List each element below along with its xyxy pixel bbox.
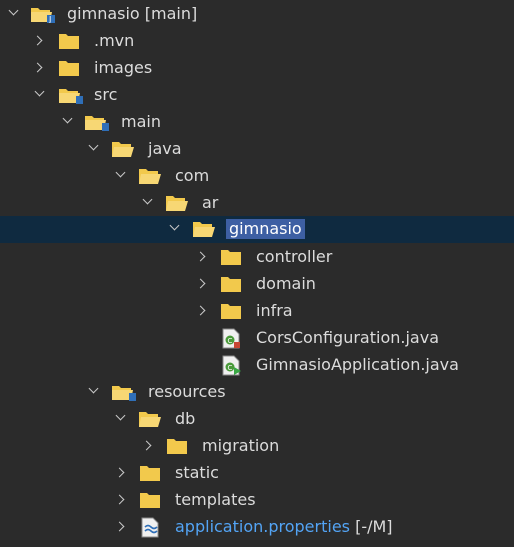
svg-text:J: J <box>48 15 51 23</box>
tree-row-resources[interactable]: resources <box>0 379 514 406</box>
chevron-down-icon[interactable] <box>34 86 45 97</box>
tree-row-label: domain <box>256 274 316 293</box>
tree-row-label: CorsConfiguration.java <box>256 328 439 347</box>
chevron-right-icon[interactable] <box>114 521 125 532</box>
tree-row-images[interactable]: images <box>0 55 514 82</box>
tree-row-label: images <box>94 58 153 77</box>
chevron-down-icon[interactable] <box>115 410 126 421</box>
folder-icon <box>58 32 80 50</box>
chevron-down-icon[interactable] <box>142 194 153 205</box>
project-explorer-tree: J gimnasio [main] .mvn images src main j… <box>0 0 514 547</box>
java-main-class-icon: C <box>221 355 241 376</box>
tree-row-domain[interactable]: domain <box>0 271 514 298</box>
tree-row-label: .mvn <box>94 31 135 50</box>
folder-open-icon <box>111 140 134 158</box>
tree-row-static[interactable]: static <box>0 460 514 487</box>
tree-row-partial <box>0 541 514 547</box>
tree-row-label: gimnasio <box>226 219 305 239</box>
tree-row-ar[interactable]: ar <box>0 190 514 217</box>
tree-row-label: GimnasioApplication.java <box>256 355 459 374</box>
tree-row-label: com <box>175 166 210 185</box>
folder-open-icon <box>165 194 188 212</box>
tree-row-infra[interactable]: infra <box>0 298 514 325</box>
tree-row-controller[interactable]: controller <box>0 244 514 271</box>
tree-row-label: ar <box>202 193 219 212</box>
svg-text:C: C <box>228 364 233 372</box>
source-folder-icon <box>84 113 109 131</box>
tree-row-src[interactable]: src <box>0 82 514 109</box>
tree-row-label: resources <box>148 382 226 401</box>
folder-icon <box>139 491 161 509</box>
svg-text:C: C <box>228 337 233 345</box>
chevron-right-icon[interactable] <box>114 467 125 478</box>
tree-row-label: migration <box>202 436 280 455</box>
tree-row-label: infra <box>256 301 293 320</box>
chevron-right-icon[interactable] <box>32 62 43 73</box>
tree-row-gimnasio-application[interactable]: C GimnasioApplication.java <box>0 352 514 379</box>
tree-row-mvn[interactable]: .mvn <box>0 28 514 55</box>
chevron-down-icon[interactable] <box>62 113 73 124</box>
resource-folder-icon <box>111 383 136 401</box>
folder-icon <box>220 275 242 293</box>
tree-row-label: main <box>121 112 161 131</box>
tree-row-migration[interactable]: migration <box>0 433 514 460</box>
tree-row-java[interactable]: java <box>0 136 514 163</box>
tree-row-label: application.properties [-/M] <box>175 517 393 536</box>
tree-row-db[interactable]: db <box>0 406 514 433</box>
chevron-down-icon[interactable] <box>169 220 180 231</box>
tree-row-gimnasio-package[interactable]: gimnasio <box>0 216 514 243</box>
folder-icon <box>58 59 80 77</box>
chevron-right-icon[interactable] <box>32 35 43 46</box>
folder-icon <box>139 464 161 482</box>
source-folder-icon <box>58 86 83 104</box>
tree-row-templates[interactable]: templates <box>0 487 514 514</box>
tree-row-label: db <box>175 409 196 428</box>
tree-row-label: src <box>94 85 118 104</box>
tree-row-com[interactable]: com <box>0 163 514 190</box>
chevron-down-icon[interactable] <box>88 383 99 394</box>
java-class-icon: C <box>221 328 241 349</box>
folder-icon <box>166 437 188 455</box>
tree-row-project[interactable]: J gimnasio [main] <box>0 1 514 28</box>
project-folder-icon: J <box>30 5 55 23</box>
folder-icon <box>220 302 242 320</box>
chevron-right-icon[interactable] <box>195 305 206 316</box>
folder-open-icon <box>138 410 161 428</box>
chevron-right-icon[interactable] <box>114 494 125 505</box>
properties-file-icon <box>140 517 160 538</box>
chevron-right-icon[interactable] <box>141 440 152 451</box>
tree-row-label: gimnasio [main] <box>67 4 198 23</box>
folder-open-icon <box>192 220 215 238</box>
tree-row-label: java <box>148 139 182 158</box>
tree-row-cors-configuration[interactable]: C CorsConfiguration.java <box>0 325 514 352</box>
chevron-down-icon[interactable] <box>8 5 19 16</box>
chevron-down-icon[interactable] <box>88 140 99 151</box>
tree-row-main[interactable]: main <box>0 109 514 136</box>
tree-row-application-properties[interactable]: application.properties [-/M] <box>0 514 514 541</box>
folder-icon <box>220 248 242 266</box>
tree-row-label: controller <box>256 247 333 266</box>
chevron-right-icon[interactable] <box>195 278 206 289</box>
chevron-right-icon[interactable] <box>195 251 206 262</box>
folder-open-icon <box>138 167 161 185</box>
chevron-down-icon[interactable] <box>115 167 126 178</box>
tree-row-label: static <box>175 463 219 482</box>
tree-row-label: templates <box>175 490 256 509</box>
